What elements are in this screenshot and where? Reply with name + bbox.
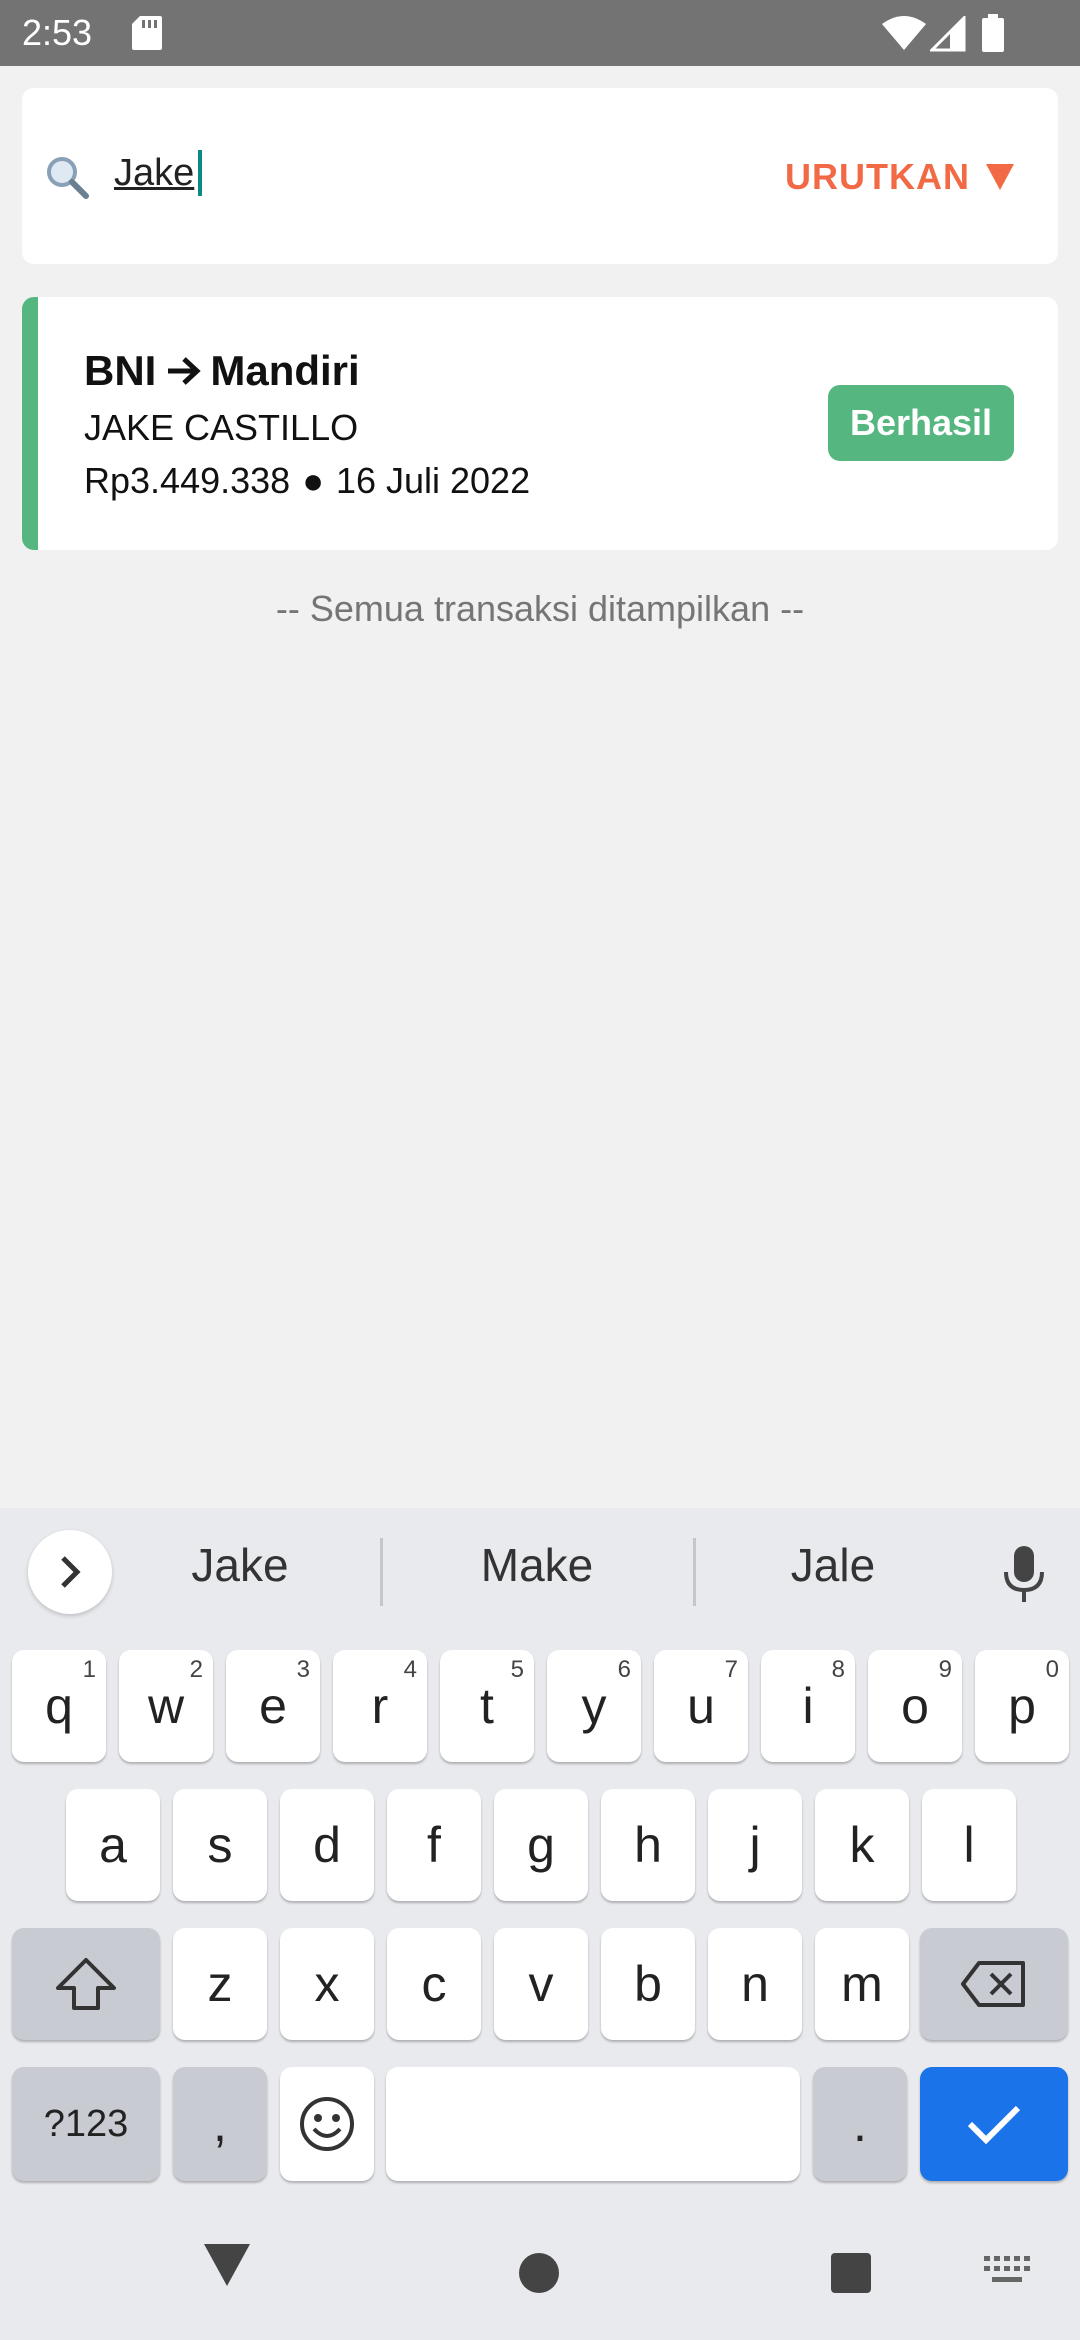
search-icon (47, 157, 89, 199)
key-d[interactable]: d (280, 1789, 374, 1901)
arrow-right-icon (168, 357, 202, 385)
transaction-date: 16 Juli 2022 (335, 460, 531, 501)
comma-key[interactable]: , (173, 2067, 267, 2181)
suggestion-3[interactable]: Jale (683, 1538, 983, 1592)
key-z[interactable]: z (173, 1928, 267, 2040)
nav-back-icon[interactable] (202, 2242, 252, 2288)
key-a[interactable]: a (66, 1789, 160, 1901)
key-c[interactable]: c (387, 1928, 481, 2040)
key-x[interactable]: x (280, 1928, 374, 2040)
shift-icon (56, 1958, 116, 2010)
key-u[interactable]: u7 (654, 1650, 748, 1762)
key-m[interactable]: m (815, 1928, 909, 2040)
key-y[interactable]: y6 (547, 1650, 641, 1762)
key-n[interactable]: n (708, 1928, 802, 2040)
suggestion-2[interactable]: Make (387, 1538, 687, 1592)
key-j[interactable]: j (708, 1789, 802, 1901)
recipient-name: JAKE CASTILLO (84, 407, 359, 448)
search-card: URUTKAN (22, 88, 1058, 264)
nav-home-icon[interactable] (518, 2252, 560, 2294)
emoji-icon (300, 2097, 354, 2151)
transaction-title: BNI Mandiri (84, 347, 360, 395)
key-r[interactable]: r4 (333, 1650, 427, 1762)
status-badge: Berhasil (828, 385, 1014, 461)
key-i[interactable]: i8 (761, 1650, 855, 1762)
sd-card-icon (132, 16, 162, 50)
chevron-right-icon (61, 1556, 81, 1588)
signal-icon (930, 16, 966, 52)
key-b[interactable]: b (601, 1928, 695, 2040)
shift-key[interactable] (12, 1928, 160, 2040)
key-k[interactable]: k (815, 1789, 909, 1901)
sort-label: URUTKAN (785, 156, 970, 197)
transaction-card[interactable]: BNI Mandiri JAKE CASTILLO Rp3.449.338 ● … (22, 297, 1058, 550)
soft-keyboard: Jake Make Jale q1 w2 e3 r4 t5 y6 u7 i8 o… (0, 1508, 1080, 2340)
space-key[interactable] (386, 2067, 800, 2181)
key-s[interactable]: s (173, 1789, 267, 1901)
backspace-icon (961, 1961, 1025, 2007)
backspace-key[interactable] (920, 1928, 1068, 2040)
done-key[interactable] (920, 2067, 1068, 2181)
emoji-key[interactable] (280, 2067, 374, 2181)
status-time: 2:53 (22, 12, 93, 53)
status-bar: 2:53 (0, 0, 1080, 66)
transaction-amount: Rp3.449.338 (84, 460, 291, 501)
from-bank: BNI (84, 347, 157, 394)
key-p[interactable]: p0 (975, 1650, 1069, 1762)
meta-separator: ● (302, 460, 324, 501)
end-of-list-note: -- Semua transaksi ditampilkan -- (275, 588, 805, 629)
microphone-icon[interactable] (1002, 1546, 1046, 1604)
key-q[interactable]: q1 (12, 1650, 106, 1762)
status-accent-bar (22, 297, 38, 550)
sort-button[interactable]: URUTKAN (785, 152, 1014, 202)
key-g[interactable]: g (494, 1789, 588, 1901)
period-key[interactable]: . (813, 2067, 907, 2181)
key-t[interactable]: t5 (440, 1650, 534, 1762)
key-f[interactable]: f (387, 1789, 481, 1901)
text-caret (198, 150, 202, 196)
to-bank: Mandiri (210, 347, 360, 394)
nav-recents-icon[interactable] (830, 2252, 872, 2294)
caret-down-icon (986, 164, 1014, 190)
wifi-icon (882, 16, 926, 50)
suggestion-divider (380, 1538, 383, 1606)
key-v[interactable]: v (494, 1928, 588, 2040)
symbols-key[interactable]: ?123 (12, 2067, 160, 2181)
key-l[interactable]: l (922, 1789, 1016, 1901)
key-w[interactable]: w2 (119, 1650, 213, 1762)
check-icon (967, 2105, 1021, 2145)
key-e[interactable]: e3 (226, 1650, 320, 1762)
transaction-meta: Rp3.449.338 ● 16 Juli 2022 (84, 460, 530, 502)
key-h[interactable]: h (601, 1789, 695, 1901)
keyboard-hide-icon[interactable] (984, 2256, 1030, 2284)
key-o[interactable]: o9 (868, 1650, 962, 1762)
battery-icon (982, 14, 1004, 52)
suggestion-bar: Jake Make Jale (0, 1508, 1080, 1638)
suggestion-1[interactable]: Jake (90, 1538, 390, 1592)
